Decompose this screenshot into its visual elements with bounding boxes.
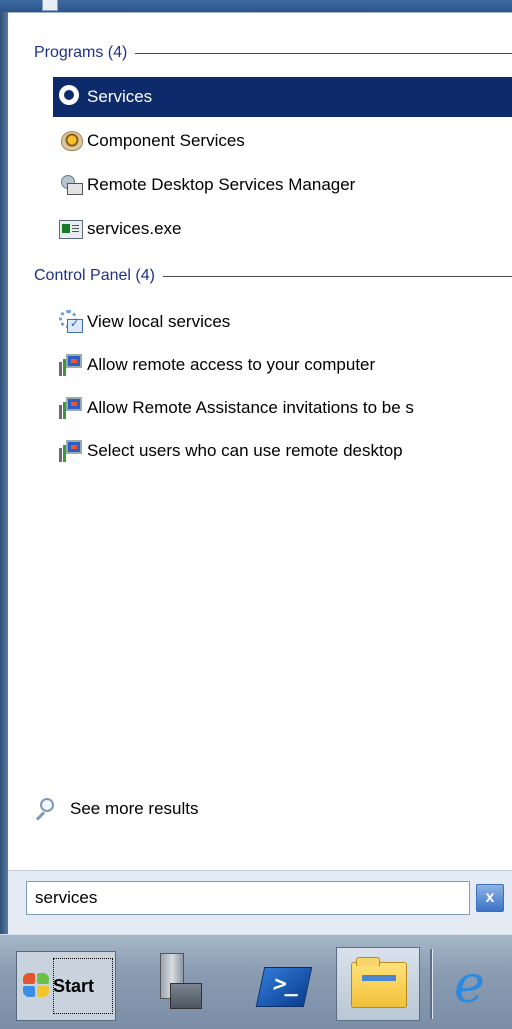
- component-services-icon: [59, 129, 83, 153]
- menu-item-label: Allow Remote Assistance invitations to b…: [87, 398, 414, 417]
- start-menu: Programs (4) Services Component Services…: [8, 12, 512, 935]
- window-title-strip: [0, 0, 512, 12]
- divider: [162, 275, 512, 277]
- menu-item-allow-remote-access[interactable]: Allow remote access to your computer: [53, 345, 512, 385]
- server-manager-icon[interactable]: [148, 953, 208, 1019]
- desktop-edge: [0, 12, 8, 934]
- group-header-control-panel: Control Panel (4): [34, 265, 512, 287]
- services-gear-icon: [59, 85, 83, 109]
- menu-item-label: Remote Desktop Services Manager: [87, 175, 356, 194]
- menu-item-services-exe[interactable]: services.exe: [53, 209, 512, 249]
- menu-item-label: services.exe: [87, 219, 182, 238]
- menu-item-label: View local services: [87, 312, 231, 331]
- menu-item-select-remote-users[interactable]: Select users who can use remote desktop: [53, 431, 512, 471]
- search-input[interactable]: [26, 881, 470, 915]
- menu-item-label: Select users who can use remote desktop: [87, 441, 403, 460]
- divider: [135, 52, 512, 54]
- remote-desktop-services-icon: [59, 173, 83, 197]
- window-tab: [42, 0, 58, 11]
- search-icon: [34, 798, 56, 821]
- see-more-results-link[interactable]: See more results: [34, 794, 199, 824]
- focus-rectangle: [53, 958, 113, 1014]
- control-panel-system-icon: [59, 396, 83, 420]
- menu-item-remote-desktop-services-manager[interactable]: Remote Desktop Services Manager: [53, 165, 512, 205]
- menu-item-services[interactable]: Services: [53, 77, 512, 117]
- close-icon: x: [485, 889, 495, 906]
- windows-explorer-icon[interactable]: [336, 947, 420, 1021]
- powershell-icon[interactable]: [252, 953, 313, 1019]
- menu-item-view-local-services[interactable]: View local services: [53, 302, 512, 342]
- taskbar-separator: [430, 949, 433, 1019]
- menu-item-label: Allow remote access to your computer: [87, 355, 376, 374]
- internet-explorer-icon[interactable]: e: [446, 953, 506, 1019]
- menu-item-label: Services: [87, 87, 153, 106]
- control-panel-system-icon: [59, 439, 83, 463]
- taskbar: Start e: [0, 934, 512, 1029]
- menu-item-component-services[interactable]: Component Services: [53, 121, 512, 161]
- clear-search-button[interactable]: x: [476, 884, 504, 912]
- control-panel-system-icon: [59, 353, 83, 377]
- menu-item-allow-remote-assistance[interactable]: Allow Remote Assistance invitations to b…: [53, 388, 512, 428]
- exe-file-icon: [59, 217, 83, 241]
- windows-logo-icon: [23, 973, 51, 999]
- see-more-label: See more results: [70, 799, 199, 818]
- menu-item-label: Component Services: [87, 131, 245, 150]
- group-header-programs: Programs (4): [34, 42, 512, 64]
- search-area: x: [8, 870, 512, 935]
- view-local-services-icon: [59, 310, 83, 334]
- start-button[interactable]: Start: [16, 951, 116, 1021]
